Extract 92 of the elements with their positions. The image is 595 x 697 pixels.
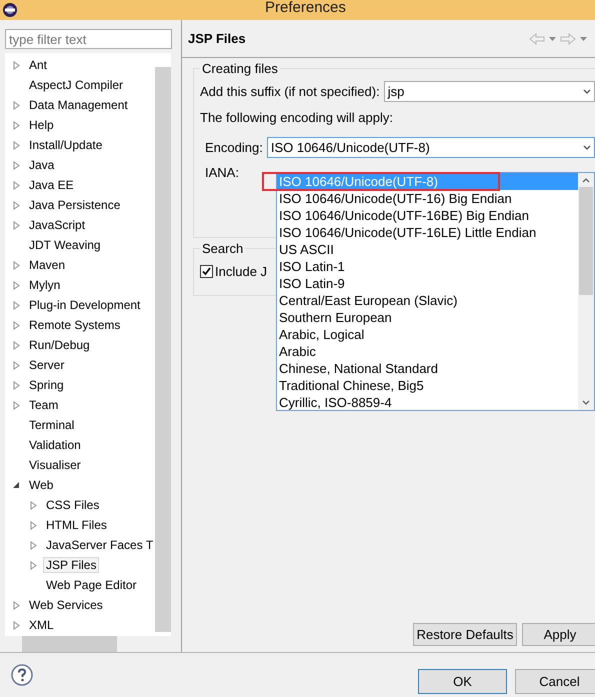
expand-arrow-icon[interactable] — [13, 140, 20, 150]
tree-item[interactable]: Help — [26, 117, 57, 133]
expand-arrow-icon[interactable] — [13, 180, 20, 190]
tree-item[interactable]: Remote Systems — [26, 317, 124, 333]
expand-arrow-icon[interactable] — [13, 260, 20, 270]
encoding-option[interactable]: ISO 10646/Unicode(UTF-16LE) Little Endian — [277, 224, 578, 241]
tree-item[interactable]: XML — [26, 617, 57, 633]
tree-item[interactable]: Spring — [26, 377, 67, 393]
tree-item[interactable]: Ant — [26, 57, 50, 73]
collapse-arrow-icon[interactable] — [13, 480, 20, 490]
encoding-combo[interactable]: ISO 10646/Unicode(UTF-8) — [266, 137, 595, 158]
tree-item[interactable]: Java Persistence — [26, 197, 124, 213]
encoding-note: The following encoding will apply: — [200, 110, 394, 125]
expand-arrow-icon[interactable] — [13, 360, 20, 370]
tree-item[interactable]: Java — [26, 157, 58, 173]
encoding-option[interactable]: Chinese, National Standard — [277, 360, 578, 377]
tree-item[interactable]: Terminal — [26, 417, 78, 433]
restore-defaults-button[interactable]: Restore Defaults — [413, 623, 517, 646]
encoding-option[interactable]: Arabic, Logical — [277, 326, 578, 343]
filter-field[interactable]: type filter text — [5, 29, 172, 49]
expand-arrow-icon[interactable] — [13, 60, 20, 70]
include-checkbox[interactable] — [200, 265, 213, 278]
back-arrow-icon[interactable] — [529, 32, 545, 44]
tree-item[interactable]: Web — [26, 477, 56, 493]
expand-arrow-icon[interactable] — [13, 620, 20, 630]
tree-item[interactable]: Visualiser — [26, 457, 84, 473]
expand-arrow-icon[interactable] — [30, 500, 37, 510]
forward-arrow-icon[interactable] — [560, 32, 576, 44]
suffix-combo[interactable]: jsp — [384, 81, 595, 102]
tree-item[interactable]: Mylyn — [26, 277, 64, 293]
encoding-option[interactable]: Traditional Chinese, Big5 — [277, 377, 578, 394]
page-title: JSP Files — [188, 31, 246, 46]
group-title: Creating files — [200, 61, 280, 76]
expand-arrow-icon[interactable] — [13, 340, 20, 350]
encoding-option[interactable]: Southern European — [277, 309, 578, 326]
tree-item[interactable]: JDT Weaving — [26, 237, 104, 253]
dropdown-caret-icon[interactable] — [549, 36, 556, 40]
list-scrollbar[interactable] — [578, 173, 594, 410]
encoding-option[interactable]: Arabic — [277, 343, 578, 360]
tree-item[interactable]: AspectJ Compiler — [26, 77, 126, 93]
tree-item[interactable]: Maven — [26, 257, 68, 273]
tree-item[interactable]: HTML Files — [43, 517, 110, 533]
expand-arrow-icon[interactable] — [13, 280, 20, 290]
expand-arrow-icon[interactable] — [30, 520, 37, 530]
encoding-option[interactable]: ISO Latin-1 — [277, 258, 578, 275]
tree-item[interactable]: Data Management — [26, 97, 131, 113]
tree-item[interactable]: Web Page Editor — [43, 577, 140, 593]
ok-button[interactable]: OK — [418, 668, 507, 694]
app-icon — [2, 2, 18, 18]
encoding-option[interactable]: ISO 10646/Unicode(UTF-16) Big Endian — [277, 190, 578, 207]
vertical-scrollbar[interactable] — [155, 67, 171, 632]
expand-arrow-icon[interactable] — [13, 600, 20, 610]
tree-item[interactable]: JavaScript — [26, 217, 88, 233]
help-icon[interactable] — [11, 664, 33, 686]
tree-item[interactable]: Plug-in Development — [26, 297, 144, 313]
encoding-label: Encoding: — [205, 140, 263, 155]
tree-item[interactable]: JavaServer Faces T — [43, 537, 156, 553]
tree-item[interactable]: CSS Files — [43, 497, 102, 513]
tree-item[interactable]: Java EE — [26, 177, 77, 193]
expand-arrow-icon[interactable] — [13, 400, 20, 410]
tree-item[interactable]: Install/Update — [26, 137, 106, 153]
chevron-down-icon — [583, 89, 591, 94]
apply-button[interactable]: Apply — [522, 623, 595, 646]
expand-arrow-icon[interactable] — [13, 160, 20, 170]
window-title: Preferences — [265, 0, 346, 16]
chevron-down-icon — [583, 145, 591, 150]
checkbox-label: Include J — [215, 264, 268, 279]
expand-arrow-icon[interactable] — [13, 120, 20, 130]
tree-item[interactable]: JSP Files — [43, 557, 100, 573]
encoding-option[interactable]: Cyrillic, ISO-8859-4 — [277, 394, 578, 411]
iana-label: IANA: — [205, 165, 239, 180]
tree-item[interactable]: Validation — [26, 437, 84, 453]
expand-arrow-icon[interactable] — [13, 320, 20, 330]
expand-arrow-icon[interactable] — [13, 200, 20, 210]
expand-arrow-icon[interactable] — [13, 380, 20, 390]
encoding-option[interactable]: ISO Latin-9 — [277, 275, 578, 292]
tree-item[interactable]: Server — [26, 357, 68, 373]
expand-arrow-icon[interactable] — [30, 560, 37, 570]
expand-arrow-icon[interactable] — [30, 540, 37, 550]
cancel-button[interactable]: Cancel — [515, 668, 595, 694]
encoding-option[interactable]: Central/East European (Slavic) — [277, 292, 578, 309]
encoding-option[interactable]: US ASCII — [277, 241, 578, 258]
encoding-option[interactable]: ISO 10646/Unicode(UTF-16BE) Big Endian — [277, 207, 578, 224]
tree-item[interactable]: Run/Debug — [26, 337, 93, 353]
group-title: Search — [200, 241, 246, 256]
tree-item[interactable]: Web Services — [26, 597, 106, 613]
expand-arrow-icon[interactable] — [13, 100, 20, 110]
suffix-label: Add this suffix (if not specified): — [200, 84, 380, 99]
expand-arrow-icon[interactable] — [13, 220, 20, 230]
dropdown-caret-icon[interactable] — [580, 36, 587, 40]
tree-item[interactable]: Team — [26, 397, 62, 413]
expand-arrow-icon[interactable] — [13, 300, 20, 310]
